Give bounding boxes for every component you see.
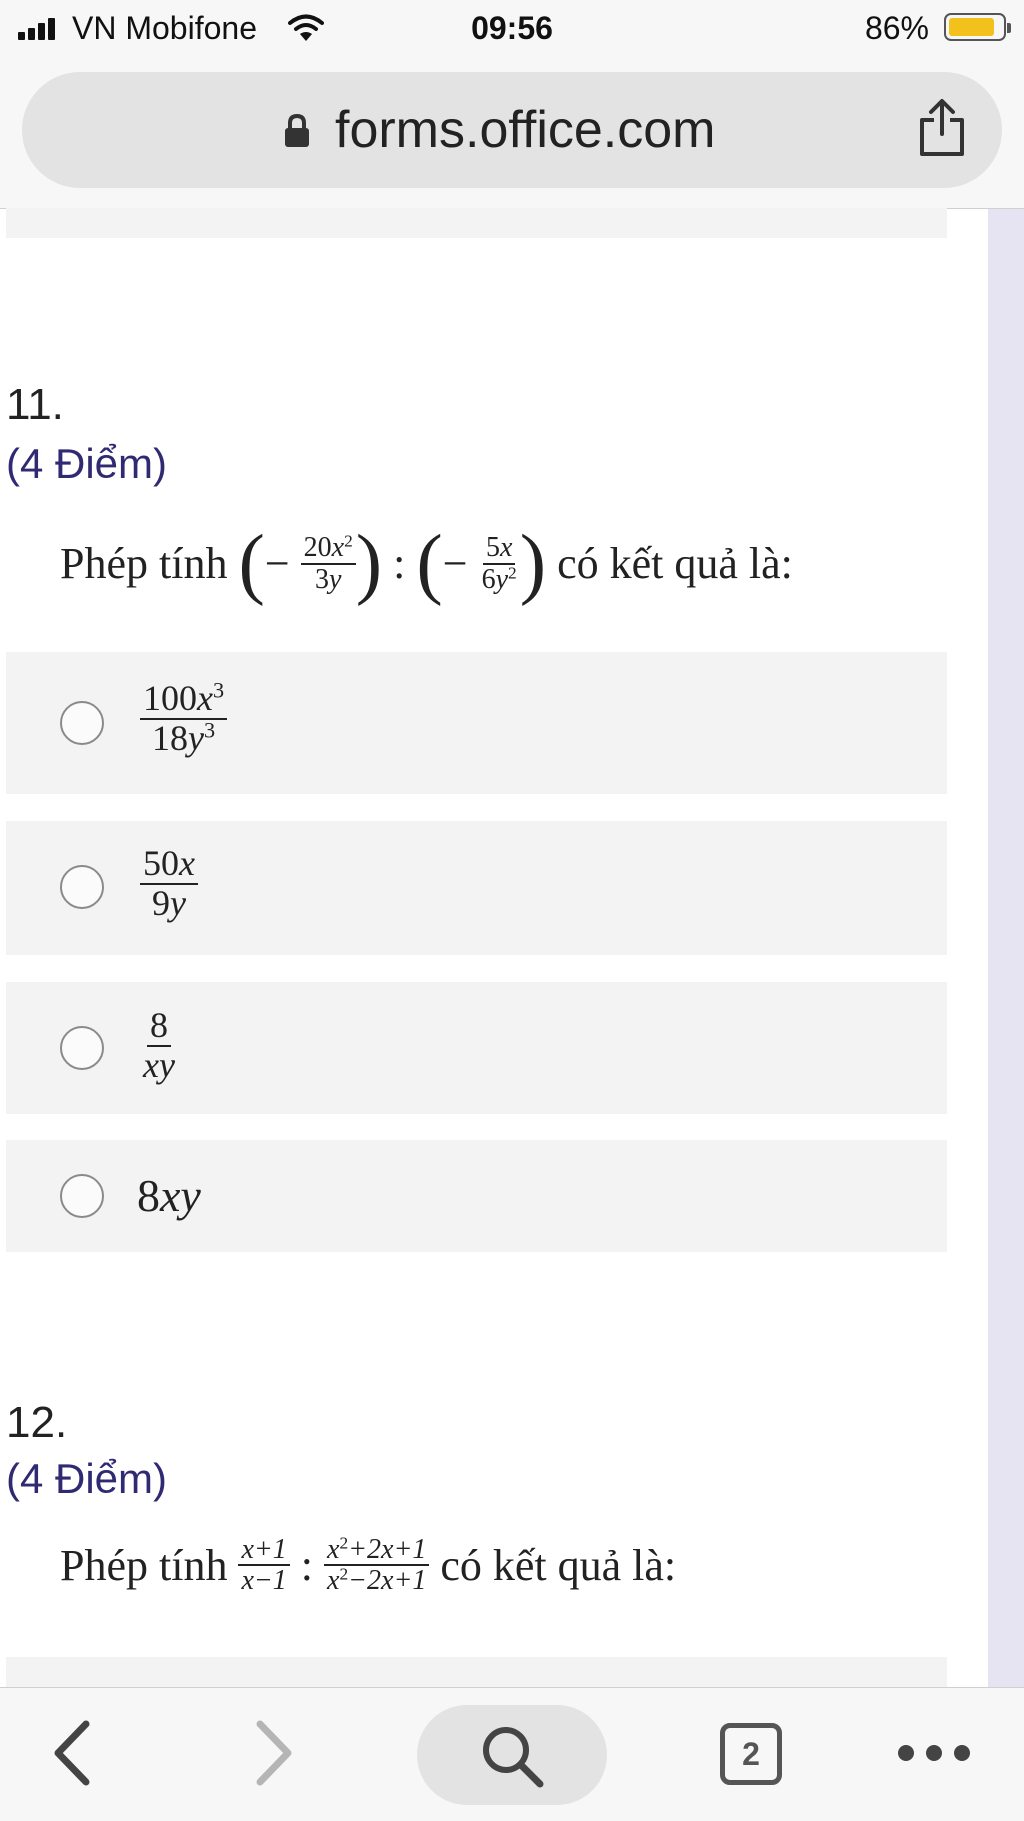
option-label: 8xy — [143, 1005, 175, 1085]
previous-question-card — [6, 208, 947, 238]
url-text[interactable]: forms.office.com — [335, 97, 715, 163]
prompt-operator: : — [393, 539, 406, 588]
tabs-icon[interactable]: 2 — [720, 1723, 782, 1785]
page-side-strip — [988, 209, 1024, 1687]
answer-option-partial[interactable] — [6, 1657, 947, 1687]
lock-icon — [285, 113, 309, 147]
radio-button[interactable] — [60, 865, 104, 909]
question-number: 11. — [6, 380, 64, 429]
close-paren: ) — [519, 519, 547, 607]
share-icon[interactable] — [916, 98, 968, 158]
prompt-fraction-2: x2+2x+1 x2−2x+1 — [324, 1534, 430, 1596]
open-paren: ( — [238, 519, 265, 607]
option-label: 8xy — [137, 1170, 201, 1221]
search-icon[interactable] — [478, 1722, 548, 1792]
option-label: 100x3 18y3 — [140, 679, 228, 758]
radio-button[interactable] — [60, 1026, 104, 1070]
option-label: 50x 9y — [140, 844, 198, 923]
forward-icon[interactable] — [250, 1718, 298, 1788]
prompt-suffix: có kết quả là: — [557, 539, 793, 588]
close-paren: ) — [355, 519, 383, 607]
question-points: (4 Điểm) — [6, 440, 168, 487]
battery-fill — [949, 18, 994, 36]
prompt-fraction-2: 5x 6y2 — [481, 532, 517, 595]
prompt-fraction-1: 20x2 3y — [300, 532, 356, 594]
prompt-prefix: Phép tính — [60, 539, 228, 588]
question-points: (4 Điểm) — [6, 1455, 168, 1502]
open-paren: ( — [416, 519, 443, 607]
more-icon[interactable] — [895, 1740, 973, 1766]
prompt-suffix: có kết quả là: — [440, 1540, 677, 1590]
question-number: 12. — [6, 1398, 68, 1447]
question-text: Phép tính (− 20x2 3y ) : (− 5x 6y2 ) có … — [60, 519, 793, 607]
radio-button[interactable] — [60, 701, 104, 745]
radio-button[interactable] — [60, 1174, 104, 1218]
prompt-prefix: Phép tính — [60, 1540, 228, 1590]
back-icon[interactable] — [48, 1718, 96, 1788]
battery-percent: 86% — [864, 10, 929, 46]
question-text: Phép tính x+1 x−1 : x2+2x+1 x2−2x+1 có k… — [60, 1534, 677, 1596]
battery-icon — [944, 13, 1011, 41]
prompt-fraction-1: x+1 x−1 — [238, 1535, 290, 1596]
prompt-operator: : — [300, 1540, 314, 1590]
